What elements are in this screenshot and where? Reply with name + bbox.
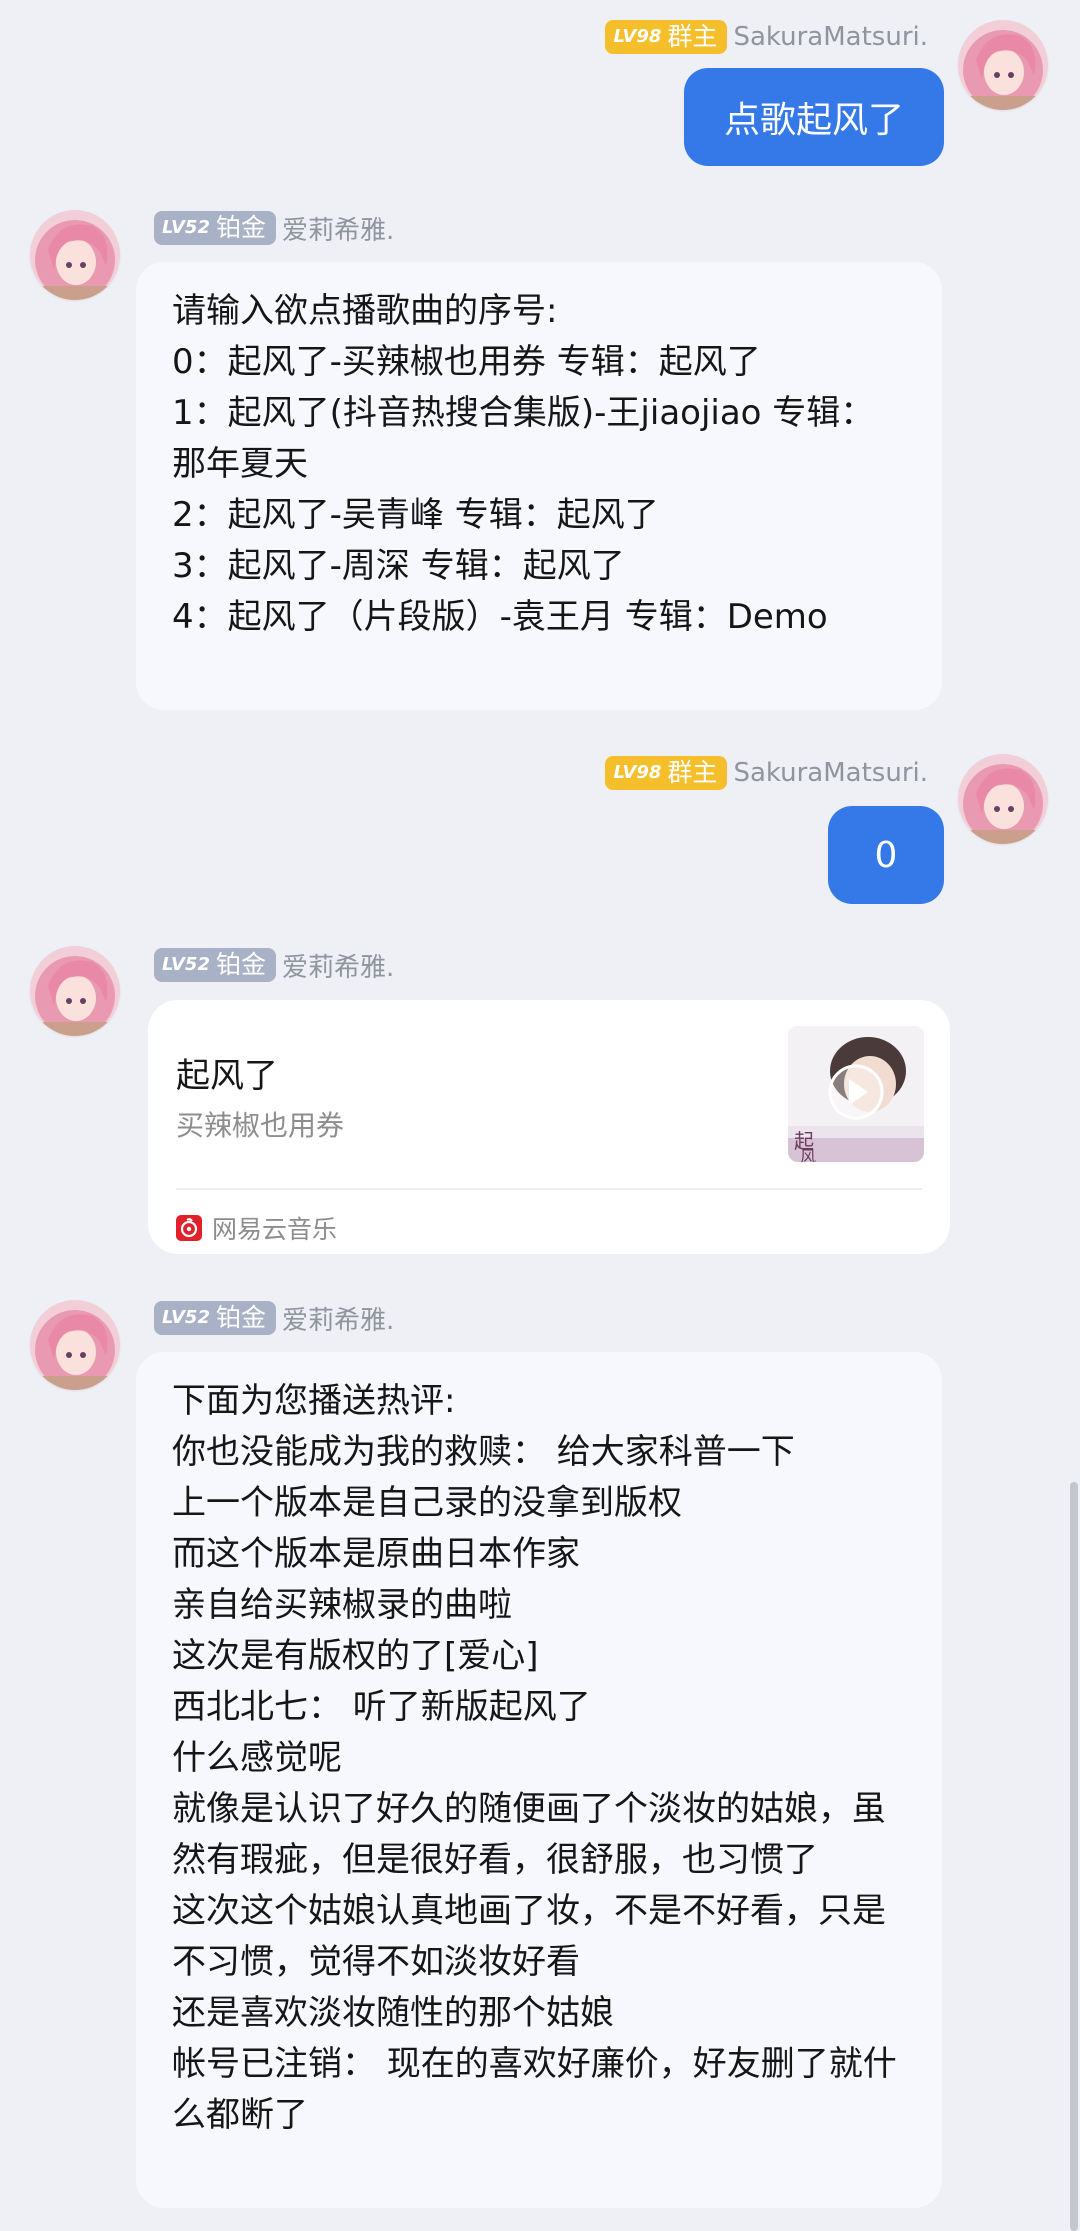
message-line: 0：起风了-买辣椒也用券 专辑：起风了 <box>172 342 761 382</box>
message-line: 帐号已注销： 现在的喜欢好廉价，好友删了就什么都断了 <box>172 2044 897 2135</box>
avatar[interactable] <box>30 1300 120 1390</box>
message-line: 你也没能成为我的救赎： 给大家科普一下 <box>172 1432 795 1472</box>
level-label: LV52 <box>162 954 210 975</box>
netease-music-icon <box>176 1215 202 1241</box>
song-title: 起风了 <box>176 1056 278 1096</box>
sender-meta: LV52 铂金 爱莉希雅. <box>154 210 394 247</box>
message-bubble[interactable]: 点歌起风了 <box>684 68 944 166</box>
message-line: 亲自给买辣椒录的曲啦 <box>172 1585 512 1625</box>
source-label: 网易云音乐 <box>212 1215 338 1244</box>
platinum-badge: LV52 铂金 <box>154 211 276 245</box>
avatar[interactable] <box>958 20 1048 110</box>
anime-girl-avatar-icon <box>30 210 120 300</box>
card-source: 网易云音乐 <box>176 1208 337 1248</box>
anime-girl-avatar-icon <box>958 754 1048 844</box>
sender-meta: LV52 铂金 爱莉希雅. <box>154 947 394 984</box>
scrollbar[interactable] <box>1070 1482 1078 2231</box>
music-share-card[interactable]: 起风了 买辣椒也用券 起 风 网易云音乐 <box>148 1000 950 1254</box>
level-label: LV52 <box>162 1307 210 1328</box>
sender-name[interactable]: 爱莉希雅. <box>282 947 394 984</box>
platinum-badge: LV52 铂金 <box>154 948 276 982</box>
level-label: LV98 <box>613 26 662 47</box>
owner-badge: LV98 群主 <box>605 20 728 54</box>
level-label: LV52 <box>162 217 210 238</box>
role-label: 群主 <box>667 22 718 51</box>
message-line: 请输入欲点播歌曲的序号: <box>172 291 558 331</box>
sender-meta: LV52 铂金 爱莉希雅. <box>154 1300 394 1337</box>
message-line: 下面为您播送热评: <box>172 1381 456 1421</box>
platinum-badge: LV52 铂金 <box>154 1301 276 1335</box>
message-bubble[interactable]: 下面为您播送热评: 你也没能成为我的救赎： 给大家科普一下 上一个版本是自己录的… <box>136 1352 942 2208</box>
message-line: 什么感觉呢 <box>172 1738 342 1778</box>
anime-girl-avatar-icon <box>30 1300 120 1390</box>
play-icon[interactable] <box>788 1026 924 1162</box>
anime-girl-avatar-icon <box>30 946 120 1036</box>
message-line: 这次这个姑娘认真地画了妆，不是不好看，只是不习惯，觉得不如淡妆好看 <box>172 1891 886 1982</box>
role-label: 铂金 <box>215 950 266 979</box>
message-line: 还是喜欢淡妆随性的那个姑娘 <box>172 1993 614 2033</box>
avatar[interactable] <box>30 210 120 300</box>
message-line: 1：起风了(抖音热搜合集版)-王jiaojiao 专辑：那年夏天 <box>172 393 875 484</box>
message-line: 西北北七： 听了新版起风了 <box>172 1687 591 1727</box>
sender-name[interactable]: SakuraMatsuri. <box>733 22 928 52</box>
message-line: 这次是有版权的了[爱心] <box>172 1636 539 1676</box>
message-line: 就像是认识了好久的随便画了个淡妆的姑娘，虽然有瑕疵，但是很好看，很舒服，也习惯了 <box>172 1789 886 1880</box>
sender-meta: LV98 群主 SakuraMatsuri. <box>605 20 928 54</box>
sender-name[interactable]: 爱莉希雅. <box>282 1300 394 1337</box>
card-divider <box>176 1188 922 1190</box>
sender-meta: LV98 群主 SakuraMatsuri. <box>605 756 928 790</box>
message-bubble[interactable]: 请输入欲点播歌曲的序号: 0：起风了-买辣椒也用券 专辑：起风了 1：起风了(抖… <box>136 262 942 710</box>
message-line: 4：起风了（片段版）-袁王月 专辑：Demo <box>172 597 828 637</box>
anime-girl-avatar-icon <box>958 20 1048 110</box>
message-text: 点歌起风了 <box>723 100 904 141</box>
album-cover[interactable]: 起 风 <box>788 1026 924 1162</box>
avatar[interactable] <box>958 754 1048 844</box>
song-artist: 买辣椒也用券 <box>176 1109 345 1142</box>
message-text: 0 <box>874 834 898 876</box>
message-line: 上一个版本是自己录的没拿到版权 <box>172 1483 682 1523</box>
message-line: 3：起风了-周深 专辑：起风了 <box>172 546 625 586</box>
sender-name[interactable]: 爱莉希雅. <box>282 210 394 247</box>
message-line: 2：起风了-吴青峰 专辑：起风了 <box>172 495 659 535</box>
owner-badge: LV98 群主 <box>605 756 728 790</box>
message-bubble[interactable]: 0 <box>828 806 944 904</box>
avatar[interactable] <box>30 946 120 1036</box>
sender-name[interactable]: SakuraMatsuri. <box>733 758 928 788</box>
message-line: 而这个版本是原曲日本作家 <box>172 1534 580 1574</box>
level-label: LV98 <box>613 762 662 783</box>
role-label: 铂金 <box>215 213 266 242</box>
role-label: 铂金 <box>215 1303 266 1332</box>
role-label: 群主 <box>667 758 718 787</box>
